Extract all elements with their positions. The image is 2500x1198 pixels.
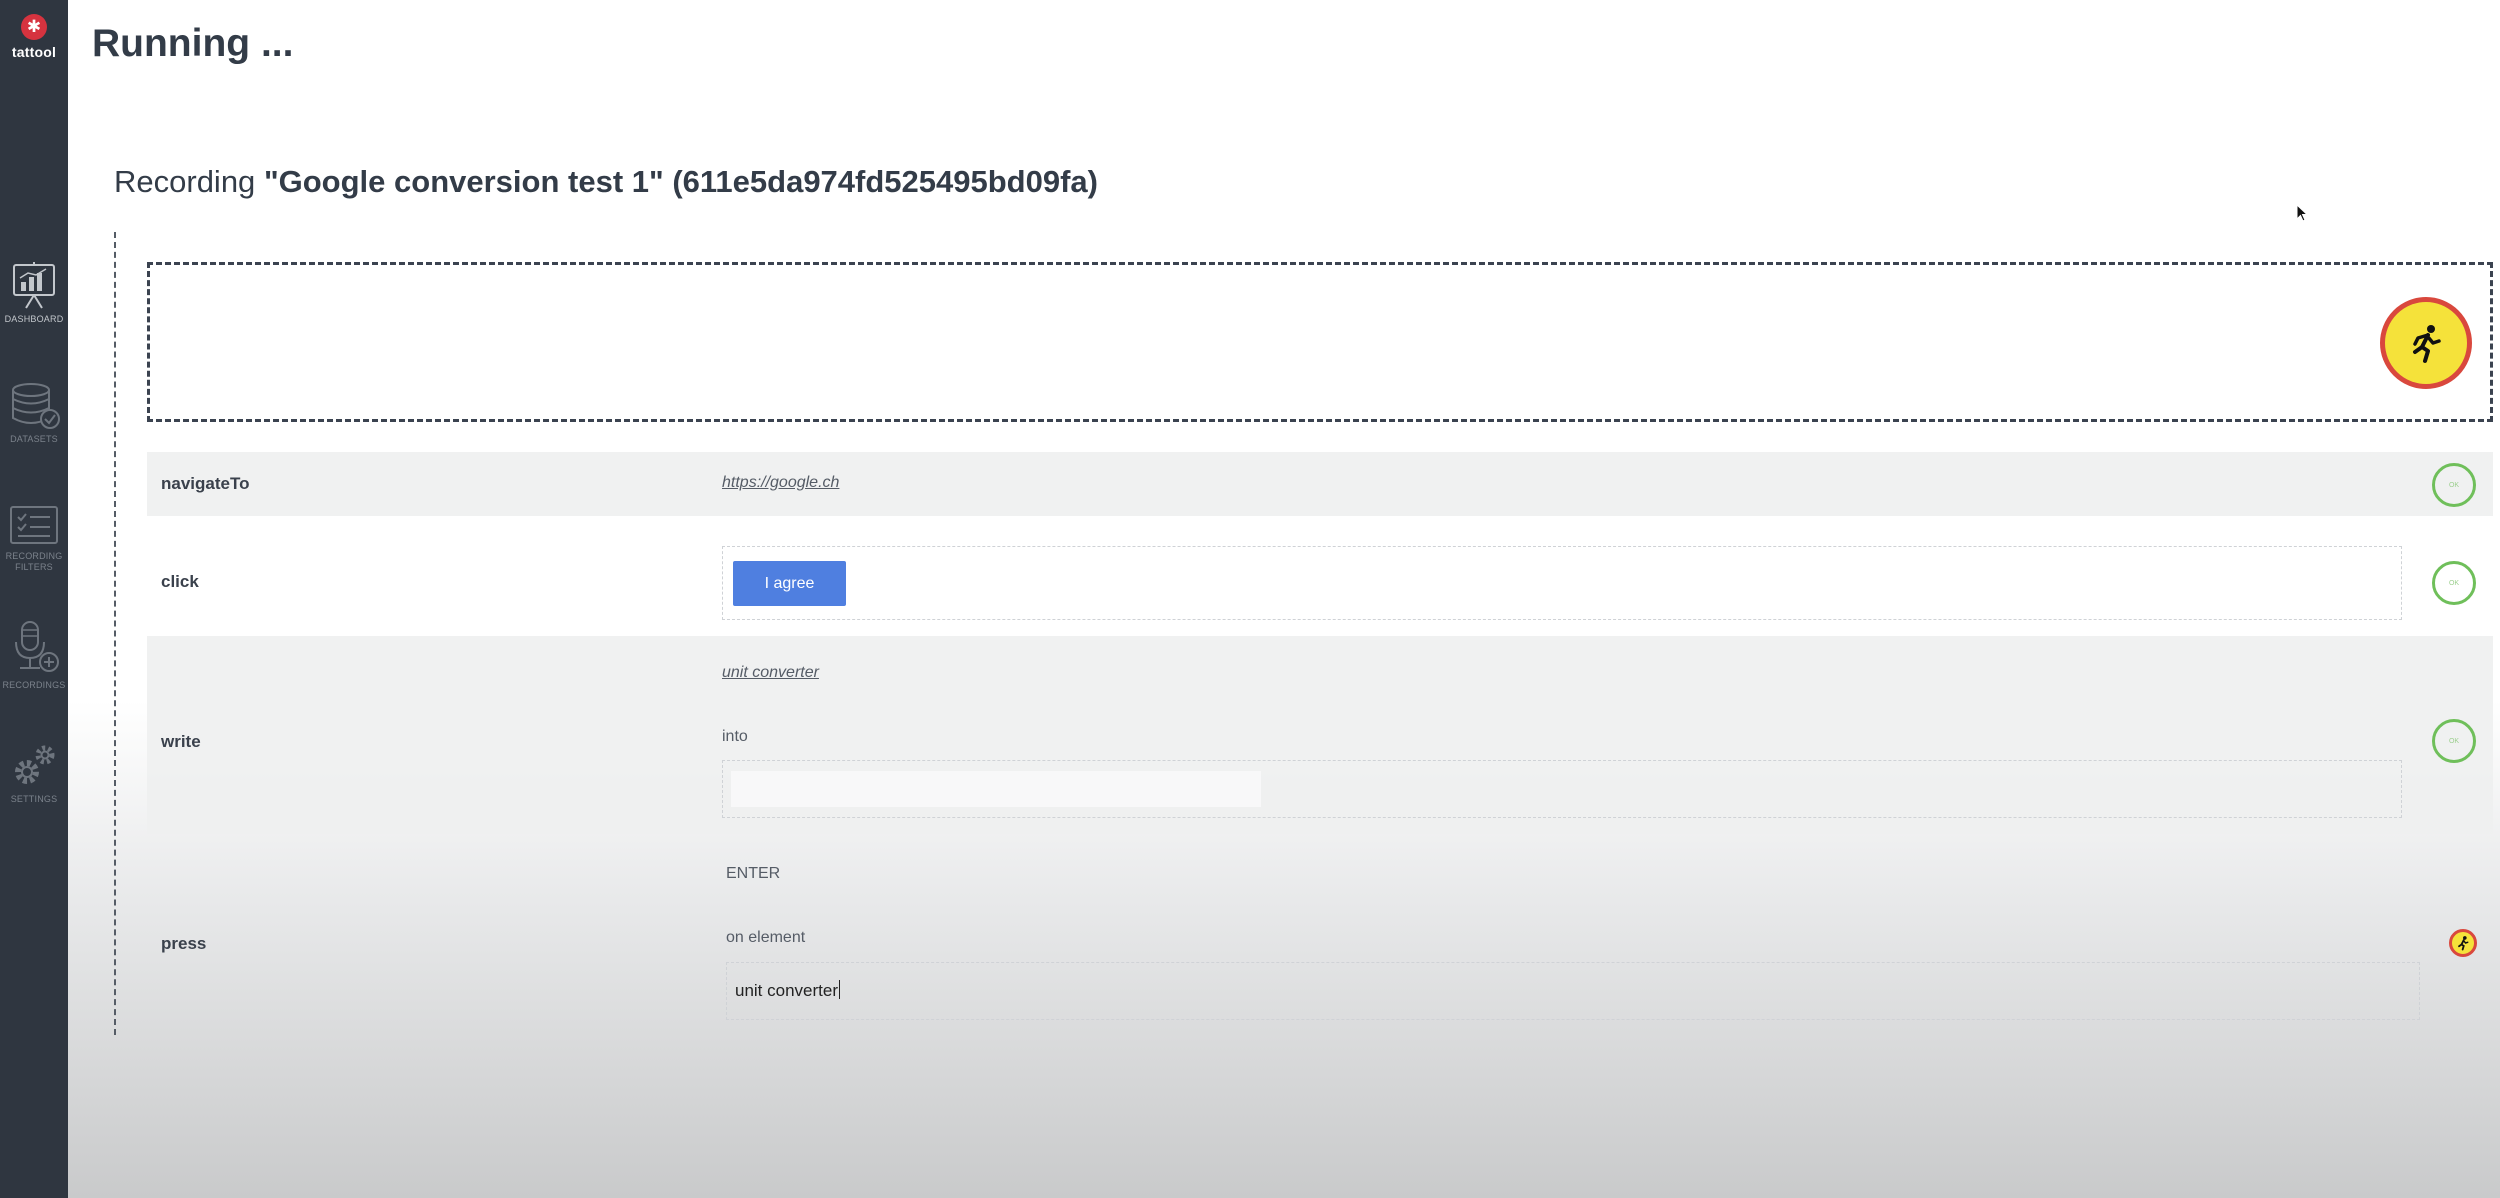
running-person-icon <box>2458 936 2469 951</box>
target-element-preview: I agree <box>722 546 2402 620</box>
sidebar-item-recording-filters[interactable]: RECORDING FILTERS <box>0 505 68 573</box>
search-field-preview[interactable] <box>731 771 1261 807</box>
recording-prefix: Recording <box>114 164 256 199</box>
app-logo[interactable]: tattool <box>0 14 68 60</box>
search-field-preview[interactable]: unit converter <box>735 980 840 1001</box>
typed-text-value: unit converter <box>735 981 838 1000</box>
i-agree-button-preview[interactable]: I agree <box>733 561 846 606</box>
step-action: click <box>161 572 199 591</box>
microphone-add-icon <box>15 621 59 672</box>
step-connector: on element <box>726 929 806 946</box>
step-drop-zone[interactable] <box>147 262 2493 422</box>
step-connector: into <box>722 728 748 745</box>
step-row-click: click I agree OK <box>147 536 2493 628</box>
logo-text: tattool <box>11 44 57 60</box>
running-person-icon <box>2413 325 2441 363</box>
text-caret <box>839 980 840 999</box>
dashboard-icon <box>13 262 55 309</box>
sidebar-item-recordings[interactable]: RECORDINGS <box>0 620 68 691</box>
sidebar-item-label: SETTINGS <box>10 794 58 804</box>
sidebar-item-dashboard[interactable]: DASHBOARD <box>0 262 68 325</box>
step-text-value[interactable]: unit converter <box>722 664 819 682</box>
status-ok-icon: OK <box>2432 561 2476 605</box>
run-status-button[interactable] <box>2380 297 2472 389</box>
mouse-cursor-icon <box>2296 204 2309 222</box>
step-action: navigateTo <box>161 474 250 493</box>
step-action: write <box>161 732 201 751</box>
sidebar: tattool DASHBOARD DATASETS <box>0 0 68 1198</box>
sidebar-item-label: RECORDINGS <box>2 680 66 690</box>
target-element-preview: unit converter <box>726 962 2420 1020</box>
sidebar-item-label: RECORDING FILTERS <box>5 551 63 572</box>
status-ok-icon: OK <box>2432 463 2476 507</box>
step-url-link[interactable]: https://google.ch <box>722 474 839 492</box>
recording-id: (611e5da974fd525495bd09fa) <box>672 164 1098 199</box>
sidebar-item-label: DASHBOARD <box>4 314 64 324</box>
step-row-navigate: navigateTo https://google.ch OK <box>147 452 2493 516</box>
sidebar-item-settings[interactable]: SETTINGS <box>0 742 68 805</box>
sidebar-item-label: DATASETS <box>10 434 58 444</box>
database-icon <box>12 383 60 429</box>
status-ok-label: OK <box>2448 481 2460 489</box>
status-ok-icon: OK <box>2432 719 2476 763</box>
timeline-line <box>114 232 116 1035</box>
page-title: Running ... <box>92 22 294 65</box>
filter-list-icon <box>10 506 58 544</box>
step-row-press: press ENTER on element unit converter <box>147 852 2493 1032</box>
step-key: ENTER <box>726 865 781 882</box>
step-row-write: write unit converter into OK <box>147 636 2493 834</box>
sidebar-item-datasets[interactable]: DATASETS <box>0 382 68 445</box>
logo-icon <box>21 14 47 40</box>
status-running-icon <box>2449 929 2477 957</box>
status-ok-label: OK <box>2448 579 2460 587</box>
recording-heading: Recording "Google conversion test 1" (61… <box>114 164 1098 200</box>
recording-name: "Google conversion test 1" <box>263 164 664 199</box>
status-ok-label: OK <box>2448 737 2460 745</box>
gears-icon <box>15 745 55 784</box>
step-action: press <box>161 934 207 953</box>
target-element-preview <box>722 760 2402 818</box>
